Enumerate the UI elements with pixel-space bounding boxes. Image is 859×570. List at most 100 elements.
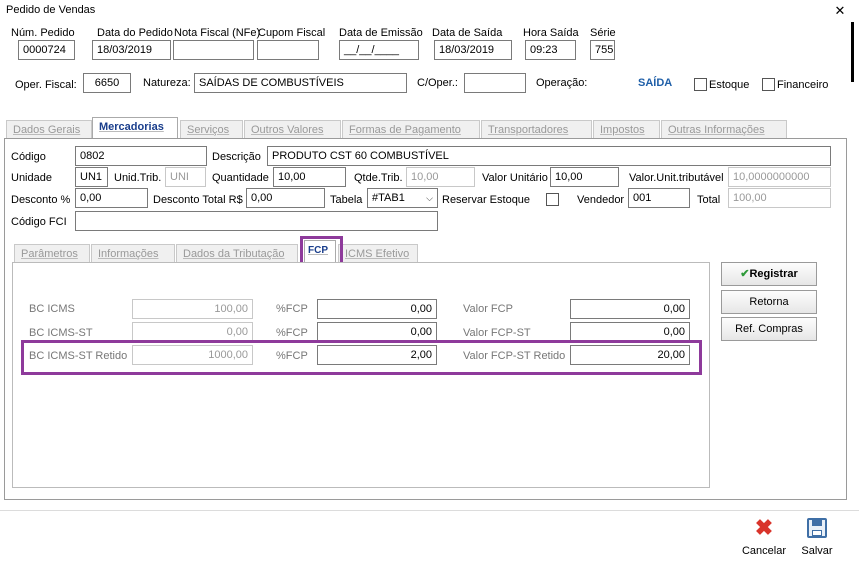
data-emissao-field[interactable]: __/__/____	[339, 40, 419, 60]
window-title: Pedido de Vendas	[6, 4, 96, 16]
estoque-label: Estoque	[709, 79, 750, 91]
cancelar-button[interactable]: ✖ Cancelar	[739, 515, 789, 563]
reservar-estoque-checkbox[interactable]	[546, 193, 559, 206]
bc-icms-st-field[interactable]: 0,00	[132, 322, 253, 342]
unid-trib-label: Unid.Trib.	[114, 172, 162, 184]
estoque-checkbox[interactable]	[694, 78, 707, 91]
registrar-label: Registrar	[749, 268, 798, 280]
tab-formas-pagamento[interactable]: Formas de Pagamento	[342, 120, 480, 139]
valor-fcp-st-field[interactable]: 0,00	[570, 322, 690, 342]
descricao-label: Descrição	[212, 151, 261, 163]
quantidade-field[interactable]: 10,00	[273, 167, 346, 187]
valor-fcp-field[interactable]: 0,00	[570, 299, 690, 319]
num-pedido-label: Núm. Pedido	[11, 27, 75, 39]
codigo-fci-field[interactable]	[75, 211, 438, 231]
desconto-total-label: Desconto Total R$	[153, 194, 243, 206]
qtde-trib-field[interactable]: 10,00	[406, 167, 475, 187]
subtab-informacoes[interactable]: Informações	[91, 244, 175, 263]
operacao-label: Operação:	[536, 77, 588, 89]
hora-saida-field[interactable]: 09:23	[525, 40, 576, 60]
qtde-trib-label: Qtde.Trib.	[354, 172, 403, 184]
valor-fcp-st-label: Valor FCP-ST	[463, 327, 531, 339]
valor-unit-trib-label: Valor.Unit.tributável	[629, 172, 724, 184]
c-oper-field[interactable]	[464, 73, 526, 93]
natureza-label: Natureza:	[143, 77, 191, 89]
natureza-field[interactable]: SAÍDAS DE COMBUSTÍVEIS	[194, 73, 407, 93]
desconto-pct-field[interactable]: 0,00	[75, 188, 148, 208]
serie-field[interactable]: 755	[590, 40, 615, 60]
retorna-button[interactable]: Retorna	[721, 290, 817, 314]
chevron-down-icon: ⌵	[426, 193, 433, 203]
pct-fcp-field[interactable]: 0,00	[317, 299, 437, 319]
cupom-fiscal-label: Cupom Fiscal	[258, 27, 326, 39]
serie-label: Série	[590, 27, 616, 39]
salvar-label: Salvar	[801, 545, 833, 557]
fcp-st-retido-row-highlight	[21, 340, 702, 375]
hora-saida-label: Hora Saída	[523, 27, 579, 39]
tab-mercadorias[interactable]: Mercadorias	[92, 117, 178, 139]
descricao-field[interactable]: PRODUTO CST 60 COMBUSTÍVEL	[267, 146, 831, 166]
codigo-field[interactable]: 0802	[75, 146, 207, 166]
subtab-icms-efetivo[interactable]: ICMS Efetivo	[338, 244, 418, 263]
close-icon: ✕	[834, 3, 846, 18]
cancel-x-icon: ✖	[754, 515, 774, 540]
data-saida-label: Data de Saída	[432, 27, 503, 39]
unidade-label: Unidade	[11, 172, 52, 184]
data-saida-field[interactable]: 18/03/2019	[434, 40, 512, 60]
operacao-value: SAÍDA	[638, 77, 673, 89]
subtab-dados-tributacao[interactable]: Dados da Tributação	[176, 244, 298, 263]
bc-icms-label: BC ICMS	[29, 303, 75, 315]
tabela-value: #TAB1	[372, 192, 405, 204]
reservar-estoque-label: Reservar Estoque	[442, 194, 531, 206]
bc-icms-field[interactable]: 100,00	[132, 299, 253, 319]
bc-icms-st-label: BC ICMS-ST	[29, 327, 93, 339]
financeiro-label: Financeiro	[777, 79, 829, 91]
footer-separator	[0, 510, 859, 511]
financeiro-checkbox[interactable]	[762, 78, 775, 91]
codigo-label: Código	[11, 151, 46, 163]
vendedor-label: Vendedor	[577, 194, 625, 206]
registrar-button[interactable]: ✔Registrar	[721, 262, 817, 286]
tab-impostos[interactable]: Impostos	[593, 120, 660, 139]
data-emissao-label: Data de Emissão	[339, 27, 423, 39]
valor-unit-trib-field[interactable]: 10,0000000000	[728, 167, 831, 187]
subtab-parametros[interactable]: Parâmetros	[14, 244, 90, 263]
floppy-disk-icon	[807, 518, 827, 538]
desconto-pct-label: Desconto %	[11, 194, 71, 206]
fcp-panel	[12, 262, 710, 488]
codigo-fci-label: Código FCI	[11, 216, 67, 228]
valor-unitario-label: Valor Unitário	[482, 172, 548, 184]
data-pedido-label: Data do Pedido	[97, 27, 173, 39]
tab-transportadores[interactable]: Transportadores	[481, 120, 592, 139]
tabela-label: Tabela	[330, 194, 363, 206]
oper-fiscal-field[interactable]: 6650	[83, 73, 131, 93]
c-oper-label: C/Oper.:	[417, 77, 458, 89]
oper-fiscal-label: Oper. Fiscal:	[15, 79, 77, 91]
close-button[interactable]: ✕	[831, 2, 849, 20]
num-pedido-field[interactable]: 0000724	[18, 40, 75, 60]
salvar-button[interactable]: Salvar	[795, 515, 839, 563]
tabela-select[interactable]: #TAB1 ⌵	[367, 188, 438, 208]
data-pedido-field[interactable]: 18/03/2019	[92, 40, 171, 60]
valor-fcp-label: Valor FCP	[463, 303, 513, 315]
tab-servicos[interactable]: Serviços	[180, 120, 243, 139]
quantidade-label: Quantidade	[212, 172, 269, 184]
cupom-fiscal-field[interactable]	[257, 40, 319, 60]
nota-fiscal-field[interactable]	[173, 40, 254, 60]
total-field[interactable]: 100,00	[728, 188, 831, 208]
desconto-total-field[interactable]: 0,00	[246, 188, 325, 208]
cancelar-label: Cancelar	[741, 545, 787, 557]
tab-outras-informacoes[interactable]: Outras Informações	[661, 120, 787, 139]
tab-dados-gerais[interactable]: Dados Gerais	[6, 120, 92, 139]
ref-compras-button[interactable]: Ref. Compras	[721, 317, 817, 341]
title-bar: Pedido de Vendas ✕	[0, 0, 859, 22]
tab-outros-valores[interactable]: Outros Valores	[244, 120, 341, 139]
vendedor-field[interactable]: 001	[628, 188, 690, 208]
valor-unitario-field[interactable]: 10,00	[550, 167, 619, 187]
unid-trib-field[interactable]: UNI	[165, 167, 206, 187]
unidade-field[interactable]: UN1	[75, 167, 108, 187]
total-label: Total	[697, 194, 721, 206]
pct-fcp-label: %FCP	[276, 303, 308, 315]
pct-fcp-st-label: %FCP	[276, 327, 308, 339]
pct-fcp-st-field[interactable]: 0,00	[317, 322, 437, 342]
